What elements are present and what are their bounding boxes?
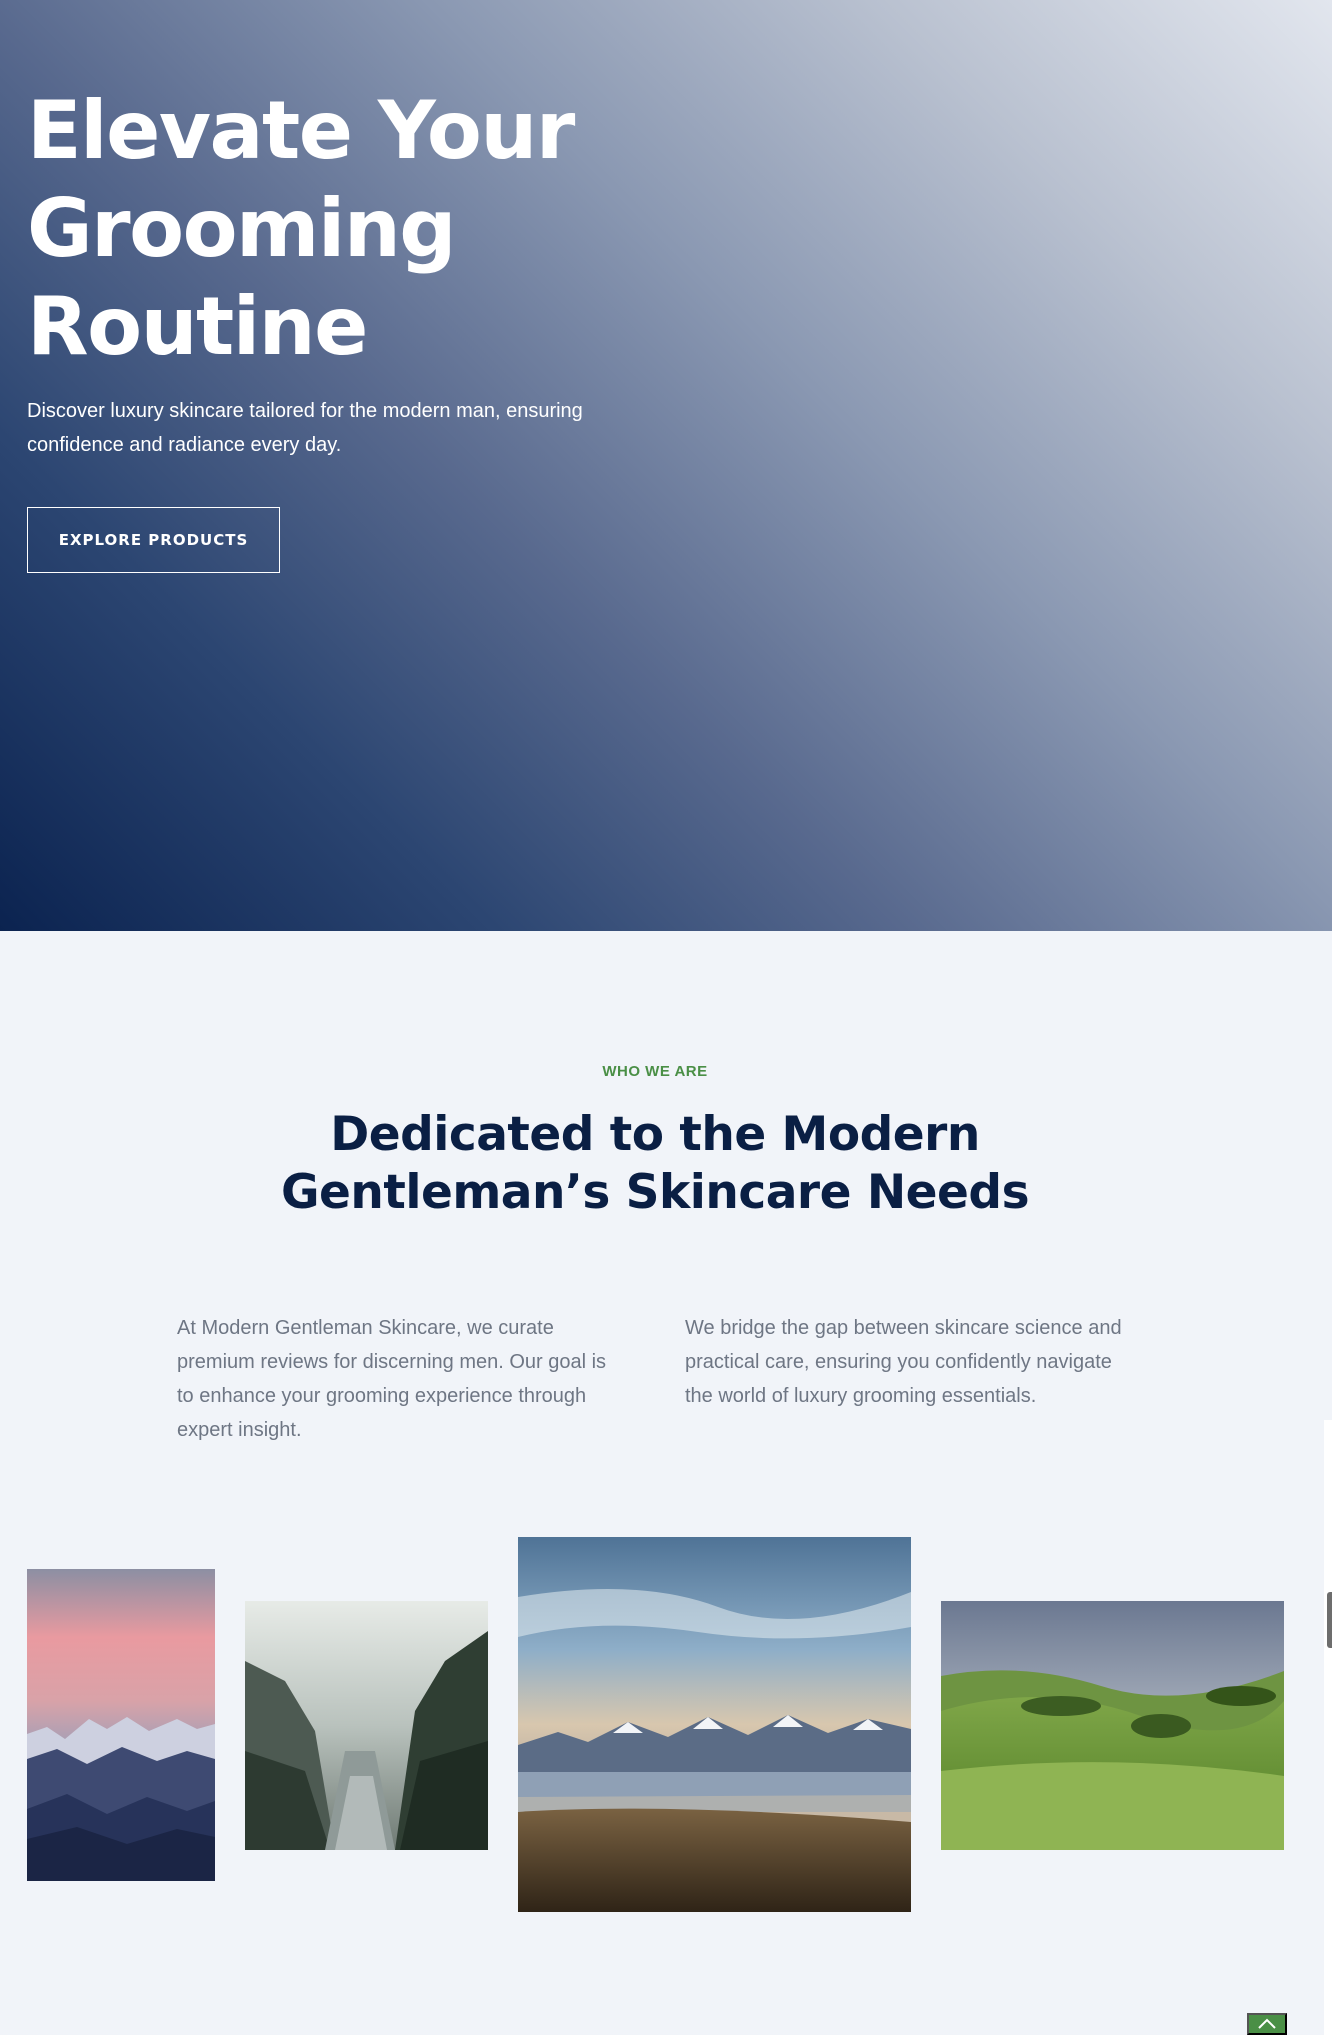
chevron-up-icon — [1256, 2016, 1278, 2033]
about-paragraph-left: At Modern Gentleman Skincare, we curate … — [177, 1317, 607, 1441]
section-title: Dedicated to the Modern Gentleman’s Skin… — [280, 1107, 1030, 1220]
hero-subtitle: Discover luxury skincare tailored for th… — [27, 400, 583, 456]
explore-products-button[interactable]: EXPLORE PRODUCTS — [27, 507, 280, 573]
hero-section: Elevate Your Grooming Routine Discover l… — [0, 0, 1332, 931]
green-hills-photo — [941, 1601, 1284, 1850]
about-paragraph-right: We bridge the gap between skincare scien… — [685, 1317, 1122, 1407]
scroll-to-top-button[interactable] — [1247, 2013, 1287, 2035]
misty-forest-river-photo — [245, 1601, 488, 1850]
mountain-sunset-photo — [27, 1569, 215, 1881]
section-eyebrow: WHO WE ARE — [602, 1063, 708, 1080]
mountain-lake-photo — [518, 1537, 911, 1912]
page-edge-strip — [1324, 1420, 1332, 2035]
hero-title: Elevate Your Grooming Routine — [27, 84, 575, 373]
scrollbar-handle[interactable] — [1327, 1592, 1332, 1648]
